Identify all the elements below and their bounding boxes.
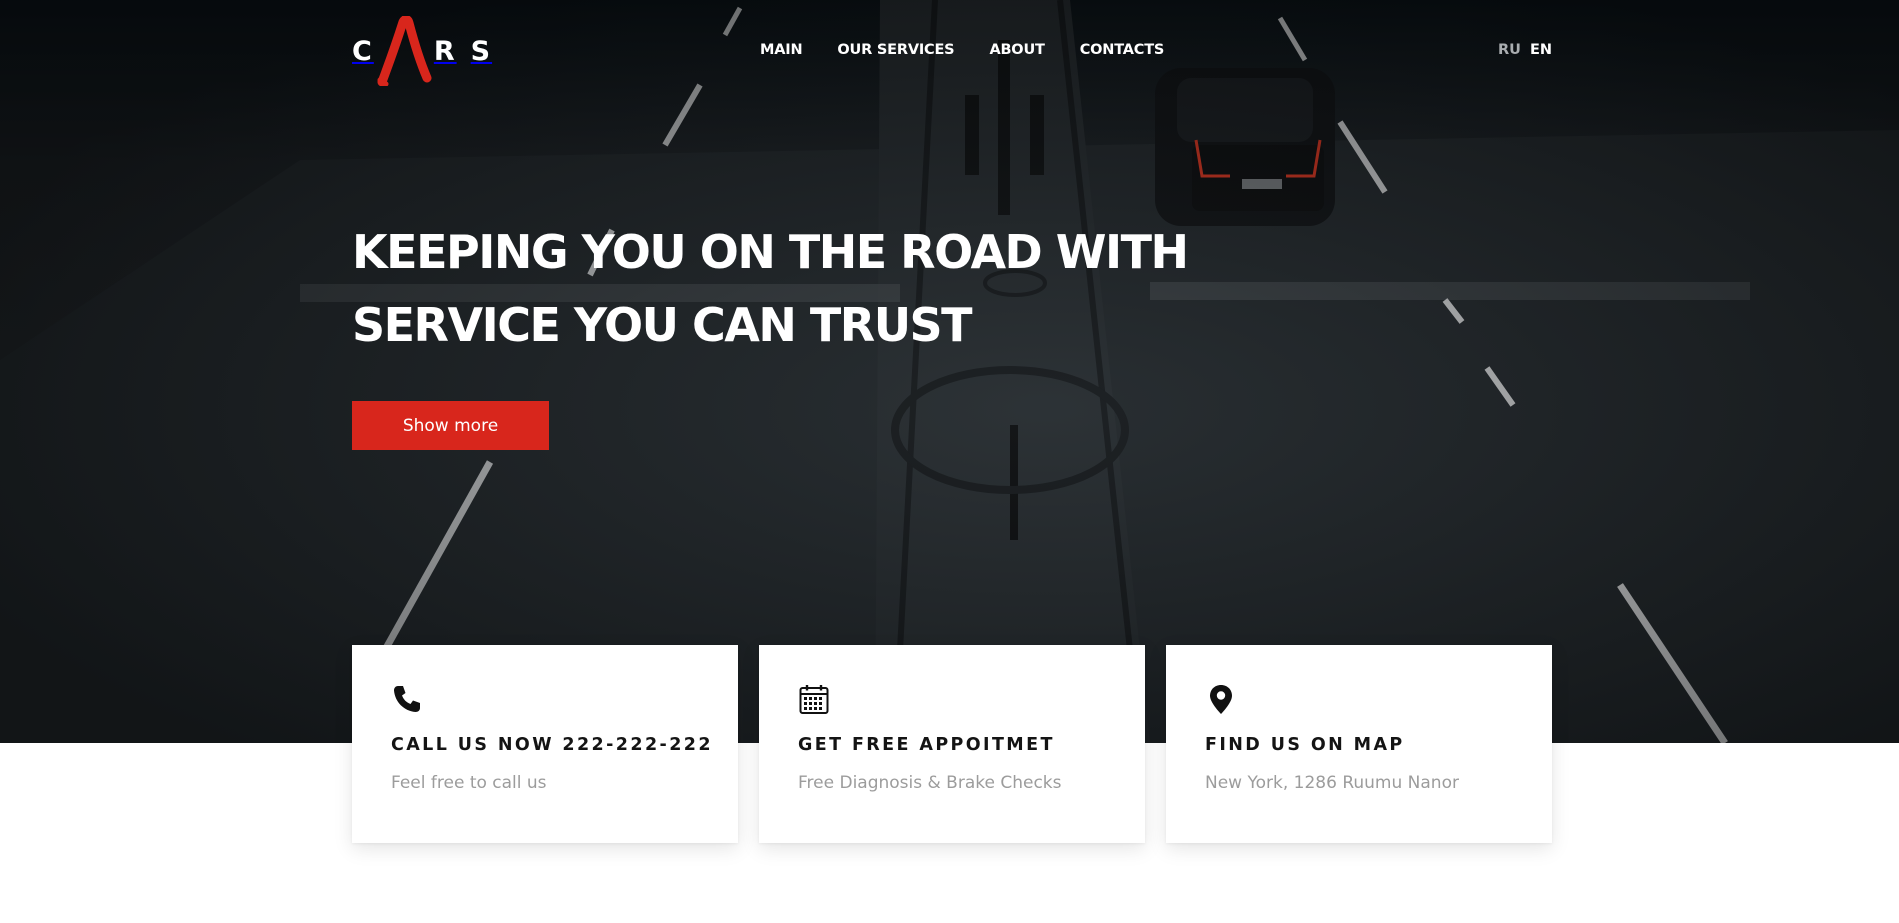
card-appointment[interactable]: GET FREE APPOITMET Free Diagnosis & Brak…: [759, 645, 1145, 843]
card-title: CALL US NOW 222-222-222: [391, 735, 713, 755]
nav-item-main[interactable]: MAIN: [760, 42, 803, 58]
hero-headline-line2: SERVICE YOU CAN TRUST: [352, 298, 973, 352]
phone-icon: [394, 686, 420, 712]
map-pin-icon: [1210, 685, 1232, 714]
card-call[interactable]: CALL US NOW 222-222-222 Feel free to cal…: [352, 645, 738, 843]
site-header: C R S MAIN OUR SERVICES ABOUT CONTACTS R…: [352, 14, 1552, 86]
logo-a-brushstroke-icon: [377, 16, 432, 86]
logo-letter-s: S: [470, 35, 493, 67]
card-subtitle: Free Diagnosis & Brake Checks: [798, 773, 1062, 793]
calendar-icon: [799, 685, 829, 714]
card-map[interactable]: FIND US ON MAP New York, 1286 Ruumu Nano…: [1166, 645, 1552, 843]
card-subtitle: New York, 1286 Ruumu Nanor: [1205, 773, 1459, 793]
card-title: FIND US ON MAP: [1205, 735, 1405, 755]
card-subtitle: Feel free to call us: [391, 773, 547, 793]
lang-ru[interactable]: RU: [1498, 42, 1521, 58]
card-title: GET FREE APPOITMET: [798, 735, 1055, 755]
nav-item-about[interactable]: ABOUT: [989, 42, 1044, 58]
logo-letter-r: R: [433, 35, 457, 67]
main-nav: MAIN OUR SERVICES ABOUT CONTACTS: [760, 42, 1164, 58]
nav-item-contacts[interactable]: CONTACTS: [1080, 42, 1165, 58]
nav-item-our-services[interactable]: OUR SERVICES: [837, 42, 954, 58]
lang-en[interactable]: EN: [1530, 42, 1552, 58]
hero-overlay: [0, 0, 1899, 743]
language-switcher: RU EN: [1498, 42, 1552, 58]
hero-section: [0, 0, 1899, 743]
hero-headline-line1: KEEPING YOU ON THE ROAD WITH: [352, 225, 1189, 279]
hero-headline: KEEPING YOU ON THE ROAD WITH SERVICE YOU…: [352, 216, 1252, 362]
show-more-button[interactable]: Show more: [352, 401, 549, 450]
logo-letter-c: C: [352, 35, 374, 67]
info-cards: CALL US NOW 222-222-222 Feel free to cal…: [352, 645, 1552, 843]
brand-logo[interactable]: C R S: [352, 16, 492, 86]
